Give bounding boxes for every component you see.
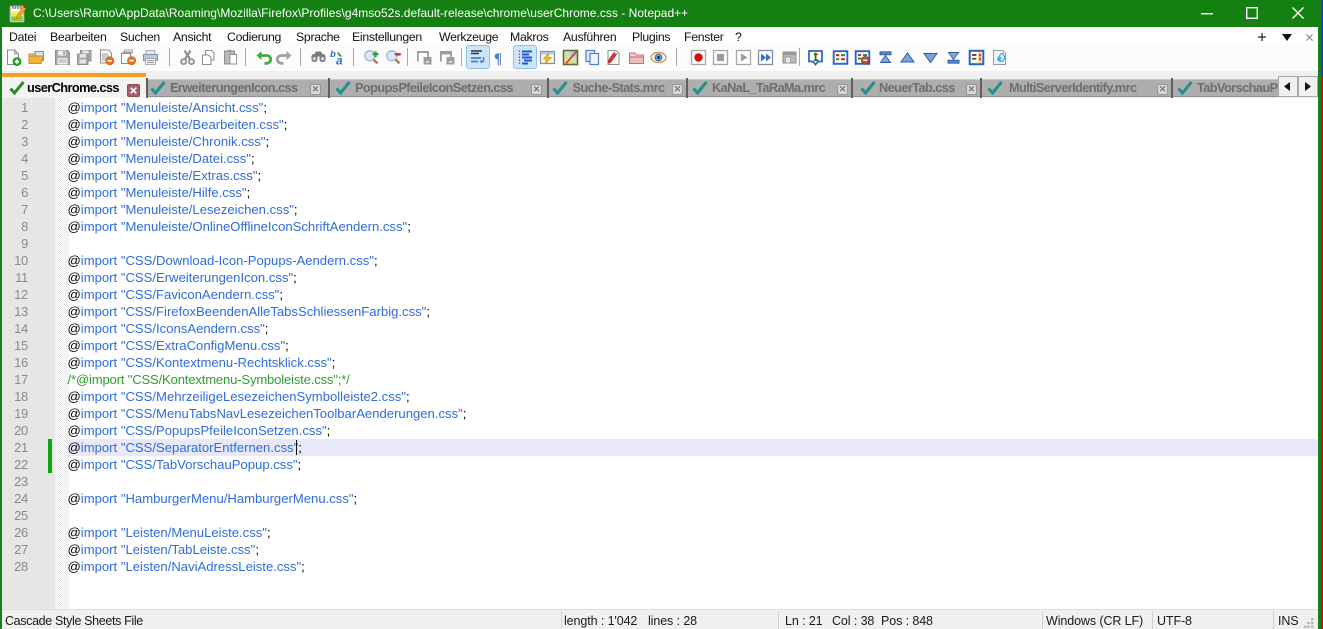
svg-text:〉: 〉 [1001,53,1008,65]
svg-text:¶: ¶ [494,51,502,66]
